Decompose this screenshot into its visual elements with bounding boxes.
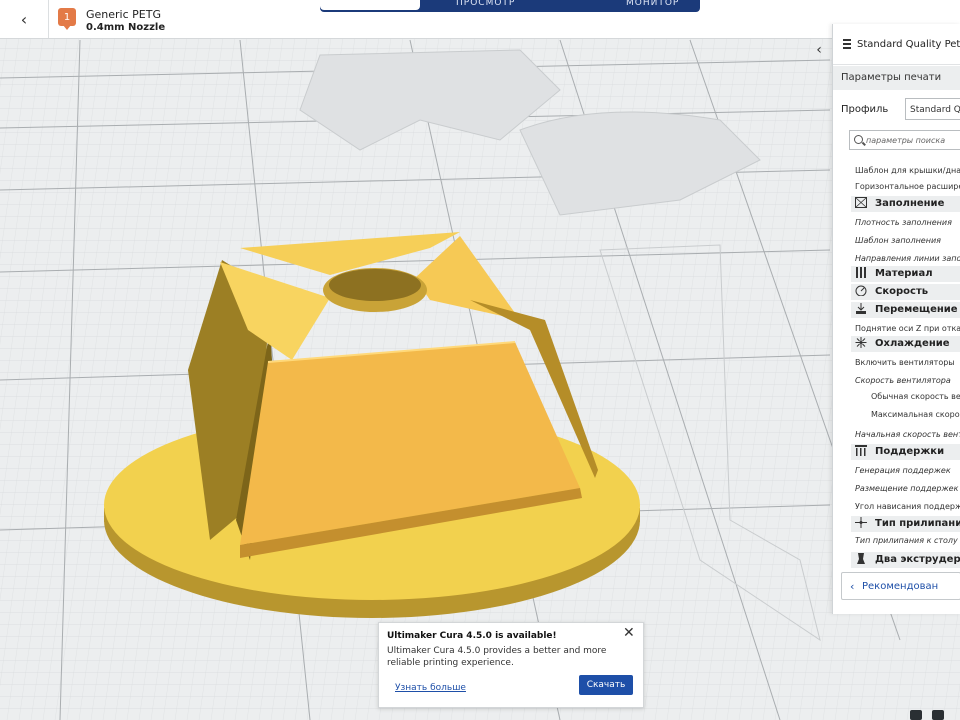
setting-enable-fans[interactable]: Включить вентиляторы bbox=[855, 358, 960, 367]
setting-regular-fan-speed[interactable]: Обычная скорость венти bbox=[871, 392, 960, 401]
recommended-mode-button[interactable]: ‹ Рекомендован bbox=[841, 572, 960, 600]
settings-search-input[interactable]: параметры поиска bbox=[849, 130, 960, 150]
category-infill[interactable]: Заполнение bbox=[851, 196, 960, 212]
notification-body: Ultimaker Cura 4.5.0 provides a better a… bbox=[387, 646, 607, 668]
category-speed[interactable]: Скорость bbox=[851, 284, 960, 300]
system-tray bbox=[910, 708, 960, 720]
learn-more-link[interactable]: Узнать больше bbox=[395, 683, 466, 693]
setting-z-hop[interactable]: Поднятие оси Z при откате bbox=[855, 324, 960, 333]
category-support[interactable]: Поддержки bbox=[851, 444, 960, 460]
top-toolbar: ‹ 1 Generic PETG 0.4mm Nozzle ПРОСМОТР М… bbox=[0, 0, 960, 39]
setting-adhesion-type[interactable]: Тип прилипания к столу bbox=[855, 536, 960, 545]
chevron-left-icon: ‹ bbox=[816, 42, 822, 58]
setting-generate-support[interactable]: Генерация поддержек bbox=[855, 466, 960, 475]
print-settings-title: Параметры печати bbox=[833, 66, 960, 90]
print-settings-header[interactable]: Standard Quality PetG 0.2 bbox=[833, 24, 960, 65]
tray-icon[interactable] bbox=[932, 710, 944, 720]
fan-icon bbox=[855, 337, 867, 348]
category-adhesion[interactable]: Тип прилипания bbox=[851, 516, 960, 532]
update-notification: Ultimaker Cura 4.5.0 is available! ✕ Ult… bbox=[378, 622, 644, 708]
setting-infill-density[interactable]: Плотность заполнения bbox=[855, 218, 960, 227]
setting-infill-pattern[interactable]: Шаблон заполнения bbox=[855, 236, 960, 245]
travel-icon bbox=[856, 303, 866, 314]
model-hub-hole bbox=[329, 269, 421, 301]
profile-row: Профиль Standard Quali bbox=[833, 98, 960, 124]
tab-preview[interactable]: ПРОСМОТР bbox=[456, 0, 515, 8]
setting-max-fan-speed[interactable]: Максимальная скорость bbox=[871, 410, 960, 419]
close-icon[interactable]: ✕ bbox=[623, 625, 635, 641]
profile-select[interactable]: Standard Quali bbox=[905, 98, 960, 120]
support-icon bbox=[855, 445, 867, 456]
back-button[interactable]: ‹ bbox=[0, 0, 49, 38]
search-icon bbox=[854, 135, 863, 144]
nozzle-name[interactable]: 0.4mm Nozzle bbox=[86, 22, 165, 33]
category-dual-extrusion[interactable]: Два экструдера bbox=[851, 552, 960, 568]
setting-top-bottom-pattern[interactable]: Шаблон для крышки/дна bbox=[855, 166, 960, 175]
setting-fan-speed[interactable]: Скорость вентилятора bbox=[855, 376, 960, 385]
extruder-badge[interactable]: 1 bbox=[58, 8, 76, 30]
download-button[interactable]: Скачать bbox=[579, 675, 633, 695]
build-plate-viewport[interactable] bbox=[0, 0, 960, 720]
material-icon bbox=[856, 267, 866, 278]
setting-support-placement[interactable]: Размещение поддержек bbox=[855, 484, 960, 493]
dual-extruder-icon bbox=[857, 553, 865, 564]
sliders-icon bbox=[843, 37, 851, 51]
profile-summary: Standard Quality PetG 0.2 bbox=[857, 38, 960, 50]
category-cooling[interactable]: Охлаждение bbox=[851, 336, 960, 352]
tab-monitor[interactable]: МОНИТОР bbox=[626, 0, 679, 8]
search-placeholder: параметры поиска bbox=[866, 136, 946, 145]
print-settings-panel: Standard Quality PetG 0.2 Параметры печа… bbox=[832, 24, 960, 614]
category-travel[interactable]: Перемещение bbox=[851, 302, 960, 318]
tab-prepare[interactable] bbox=[320, 0, 420, 10]
profile-label: Профиль bbox=[841, 104, 889, 115]
infill-icon bbox=[855, 197, 867, 208]
material-name[interactable]: Generic PETG bbox=[86, 8, 161, 21]
category-material[interactable]: Материал bbox=[851, 266, 960, 282]
setting-infill-line-directions[interactable]: Направления линии заполнения bbox=[855, 254, 960, 263]
tray-icon[interactable] bbox=[910, 710, 922, 720]
stage-tabs: ПРОСМОТР МОНИТОР bbox=[320, 0, 700, 12]
chevron-left-icon: ‹ bbox=[20, 9, 28, 29]
adhesion-icon bbox=[855, 517, 867, 528]
setting-horizontal-expansion[interactable]: Горизонтальное расширен bbox=[855, 182, 960, 191]
build-plate-scene bbox=[0, 0, 960, 720]
notification-title: Ultimaker Cura 4.5.0 is available! bbox=[387, 631, 557, 641]
collapse-panel-button[interactable]: ‹ bbox=[808, 38, 830, 62]
setting-initial-fan-speed[interactable]: Начальная скорость вентил bbox=[855, 430, 960, 439]
speed-icon bbox=[855, 285, 867, 296]
setting-overhang-angle[interactable]: Угол нависания поддержки bbox=[855, 502, 960, 511]
chevron-left-icon: ‹ bbox=[850, 580, 855, 593]
